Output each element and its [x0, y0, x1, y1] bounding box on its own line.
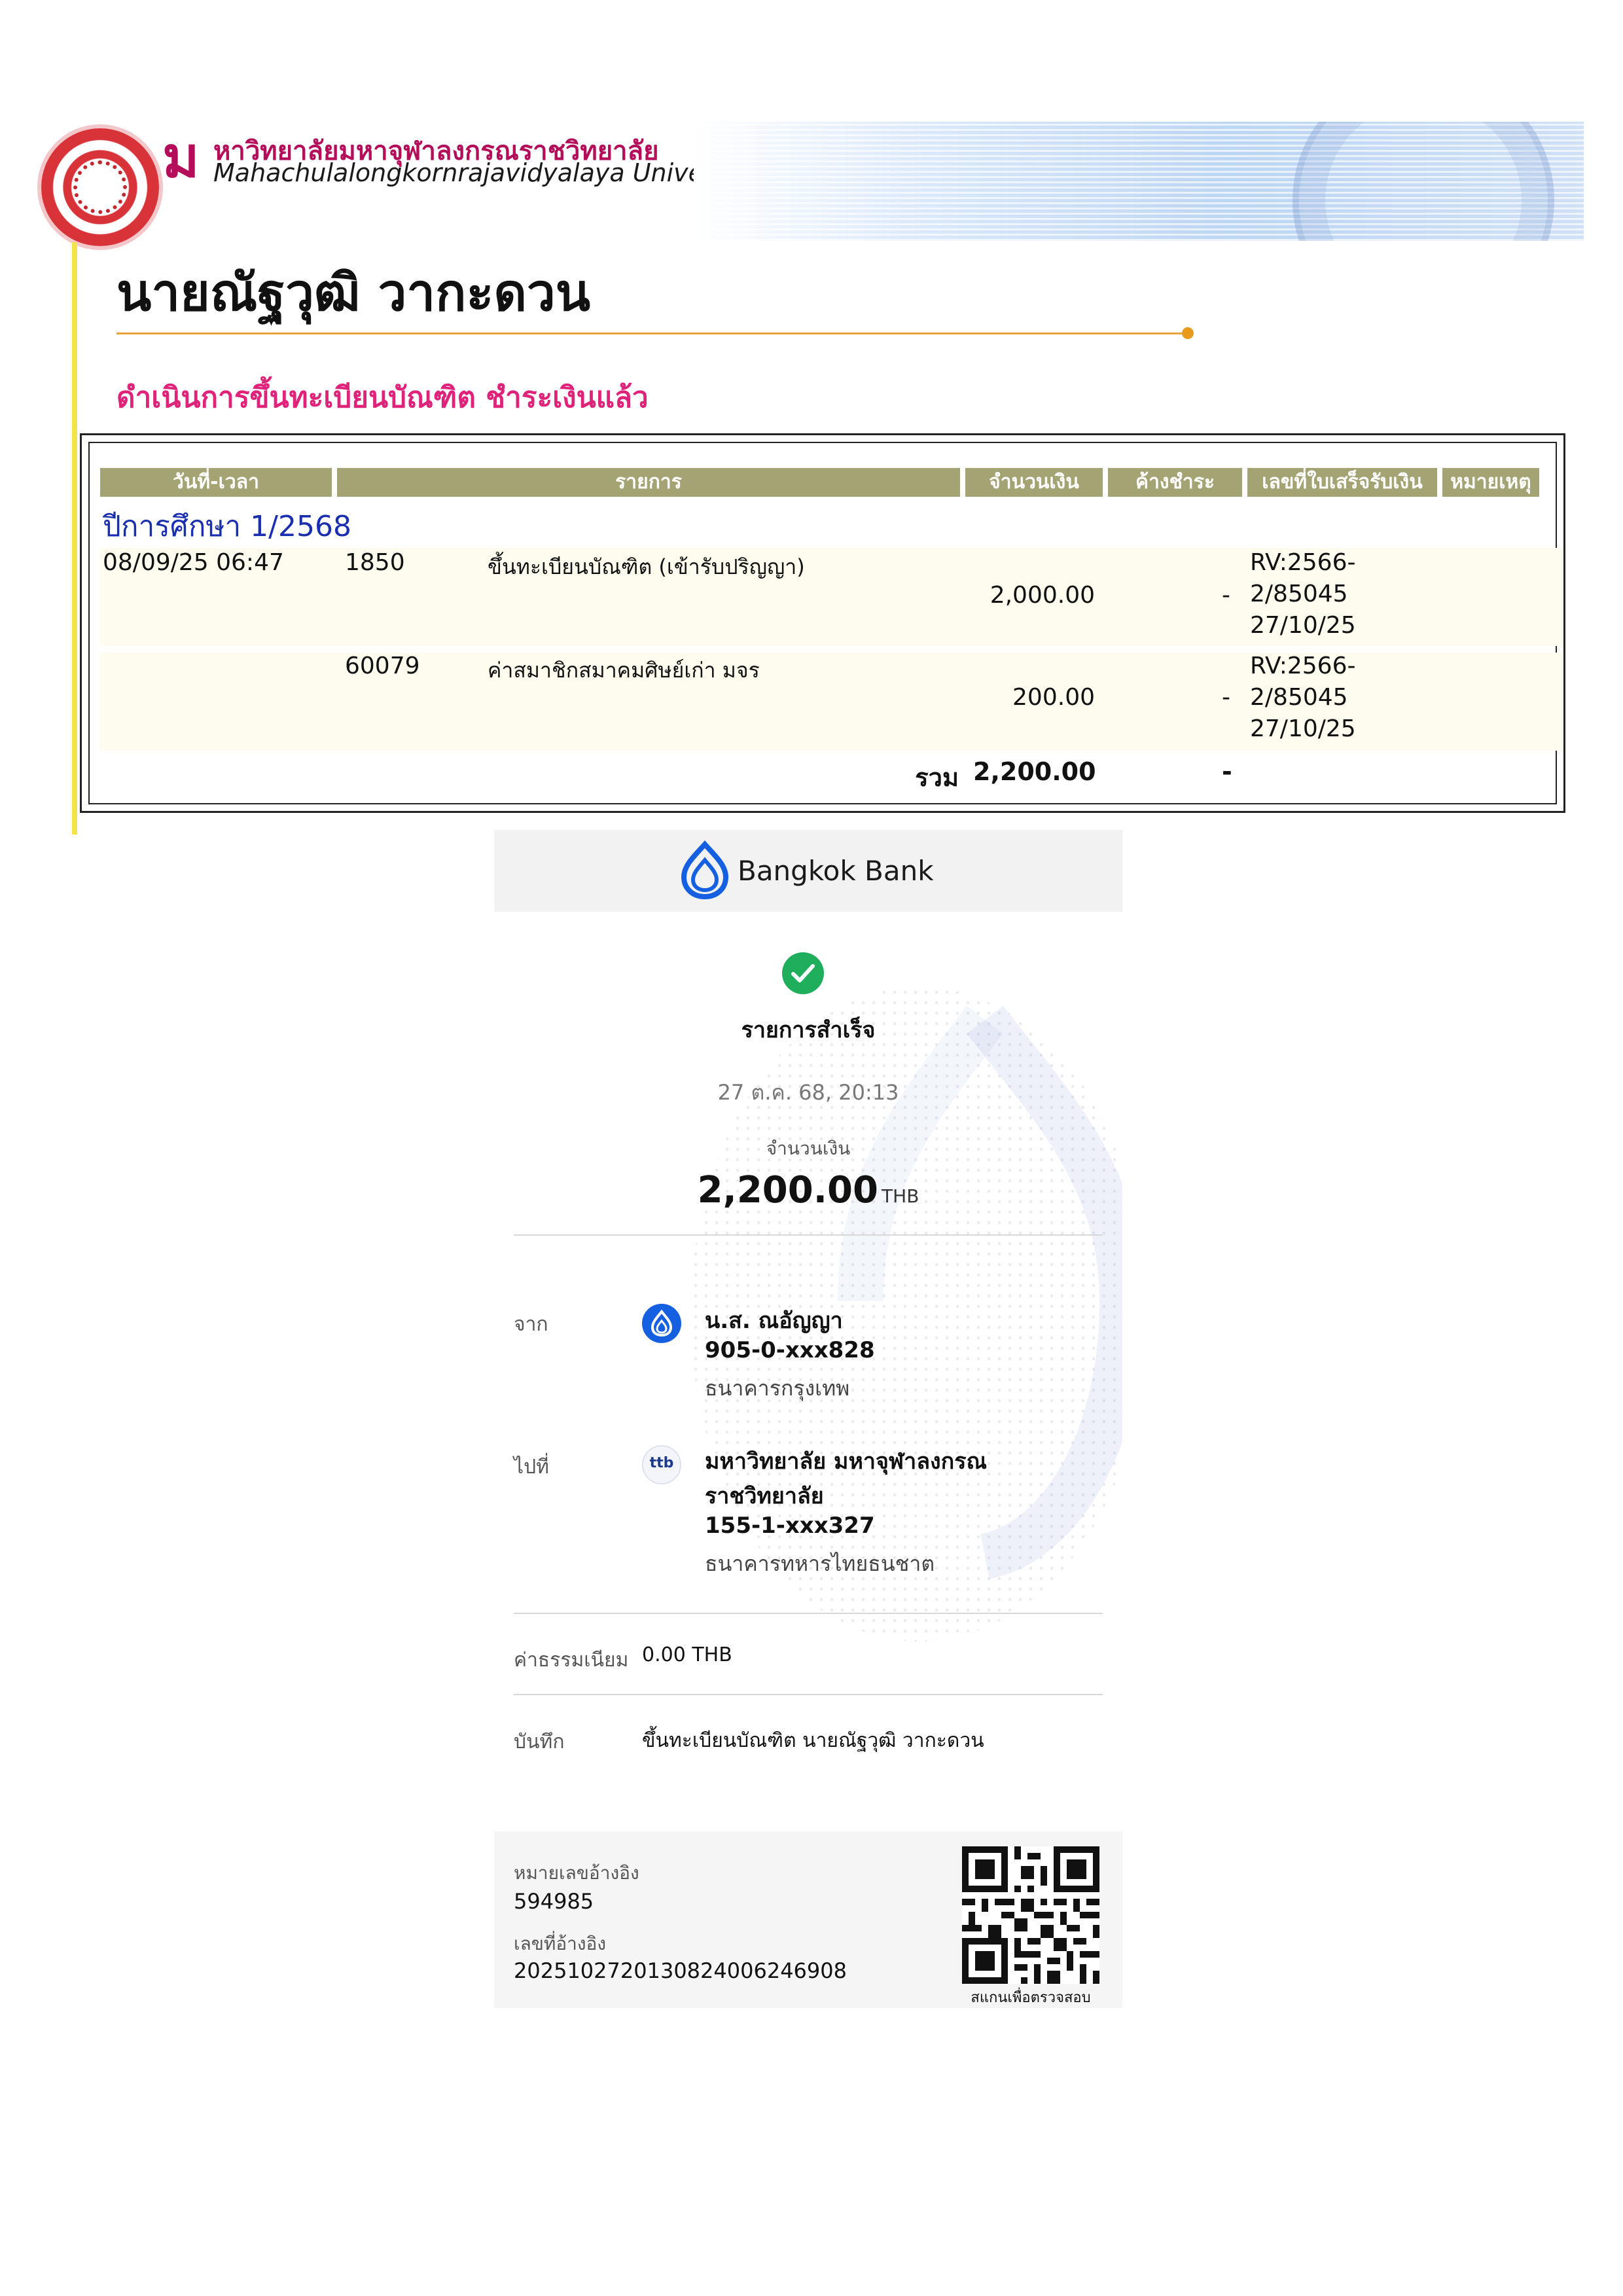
sender-account: 905-0-xxx828 — [705, 1337, 875, 1363]
university-monogram: ม — [162, 124, 200, 190]
university-seal-icon — [41, 128, 159, 246]
payment-table: วันที่-เวลา รายการ จำนวนเงิน ค้างชำระ เล… — [80, 433, 1565, 813]
banner-emblem-icon — [1276, 122, 1558, 241]
slip-header: Bangkok Bank — [494, 830, 1122, 912]
row-receipt-date: 27/10/25 — [1250, 612, 1356, 639]
row-receipt-no: 2/85045 — [1250, 684, 1348, 711]
row-outstanding: - — [1222, 582, 1230, 609]
transaction-ref: 2025102720130824006246908 — [514, 1958, 847, 1983]
receiver-account: 155-1-xxx327 — [705, 1513, 875, 1539]
memo-label: บันทึก — [514, 1731, 565, 1753]
receiver-bank-icon: ttb — [642, 1445, 681, 1484]
to-label: ไปที่ — [514, 1456, 549, 1479]
total-amount: 2,200.00 — [973, 757, 1096, 786]
sender-bank: ธนาคารกรุงเทพ — [705, 1376, 850, 1401]
row-code: 1850 — [345, 549, 405, 576]
receiver-name: มหาวิทยาลัย มหาจุฬาลงกรณ — [705, 1448, 988, 1475]
underline-dot — [1182, 327, 1194, 339]
bank-name: Bangkok Bank — [738, 855, 934, 887]
col-header-item: รายการ — [337, 468, 960, 497]
row-receipt-date: 27/10/25 — [1250, 715, 1356, 742]
col-header-receipt: เลขที่ใบเสร็จรับเงิน — [1247, 468, 1437, 497]
reference-number-label: หมายเลขอ้างอิง — [514, 1862, 639, 1884]
registration-status: ดำเนินการขึ้นทะเบียนบัณฑิต ชำระเงินแล้ว — [116, 381, 649, 414]
name-underline — [116, 332, 1190, 334]
amount-currency: THB — [882, 1185, 919, 1207]
university-name-english: Mahachulalongkornrajavidyalaya Universit… — [213, 158, 758, 187]
qr-caption: สแกนเพื่อตรวจสอบ — [971, 1990, 1091, 2006]
row-outstanding: - — [1222, 684, 1230, 711]
receiver-bank: ธนาคารทหารไทยธนชาต — [705, 1551, 935, 1576]
sender-bank-icon — [642, 1304, 681, 1343]
bangkok-bank-logo-icon — [681, 840, 729, 899]
transaction-ref-label: เลขที่อ้างอิง — [514, 1933, 607, 1954]
col-header-remark: หมายเหตุ — [1442, 468, 1539, 497]
fee-label: ค่าธรรมเนียม — [514, 1649, 629, 1672]
row-receipt-no: RV:2566- — [1250, 549, 1356, 576]
reference-number: 594985 — [514, 1889, 594, 1914]
transaction-status: รายการสำเร็จ — [741, 1017, 876, 1043]
row-datetime: 08/09/25 06:47 — [103, 549, 284, 576]
success-check-icon — [782, 952, 824, 994]
accent-line — [72, 242, 77, 834]
row-receipt-no: 2/85045 — [1250, 581, 1348, 607]
transfer-amount: 2,200.00 — [697, 1169, 878, 1211]
row-amount: 2,000.00 — [990, 582, 1095, 609]
sender-name: น.ส. ณอัญญา — [705, 1308, 843, 1334]
amount-line: 2,200.00 THB — [494, 1169, 1122, 1211]
row-description: ค่าสมาชิกสมาคมศิษย์เก่า มจร — [488, 658, 760, 683]
row-receipt-no: RV:2566- — [1250, 653, 1356, 679]
student-name: นายณัฐวุฒิ วากะดวน — [116, 264, 591, 323]
row-description: ขึ้นทะเบียนบัณฑิต (เข้ารับปริญญา) — [488, 554, 805, 579]
row-code: 60079 — [345, 653, 420, 679]
receiver-bank-logo-text: ttb — [649, 1455, 674, 1471]
col-header-outstanding: ค้างชำระ — [1108, 468, 1242, 497]
bank-transfer-slip: Bangkok Bank รายการสำเร็จ 27 ต.ค. 68, 20… — [494, 830, 1122, 2008]
total-outstanding: - — [1222, 757, 1232, 786]
total-label: รวม — [915, 763, 959, 792]
divider — [514, 1613, 1103, 1614]
divider — [514, 1234, 1103, 1236]
qr-code-icon[interactable] — [962, 1846, 1099, 1984]
academic-term: ปีการศึกษา 1/2568 — [103, 510, 351, 543]
col-header-amount: จำนวนเงิน — [965, 468, 1103, 497]
university-record: ม หาวิทยาลัยมหาจุฬาลงกรณราชวิทยาลัย Maha… — [0, 0, 1623, 844]
transaction-datetime: 27 ต.ค. 68, 20:13 — [717, 1080, 899, 1105]
memo-value: ขึ้นทะเบียนบัณฑิต นายณัฐวุฒิ วากะดวน — [642, 1729, 984, 1752]
from-label: จาก — [514, 1313, 548, 1336]
receiver-name: ราชวิทยาลัย — [705, 1483, 824, 1509]
fee-value: 0.00 THB — [642, 1643, 732, 1666]
divider — [514, 1694, 1103, 1695]
row-amount: 200.00 — [1012, 684, 1095, 711]
col-header-datetime: วันที่-เวลา — [100, 468, 332, 497]
amount-label: จำนวนเงิน — [766, 1138, 851, 1159]
